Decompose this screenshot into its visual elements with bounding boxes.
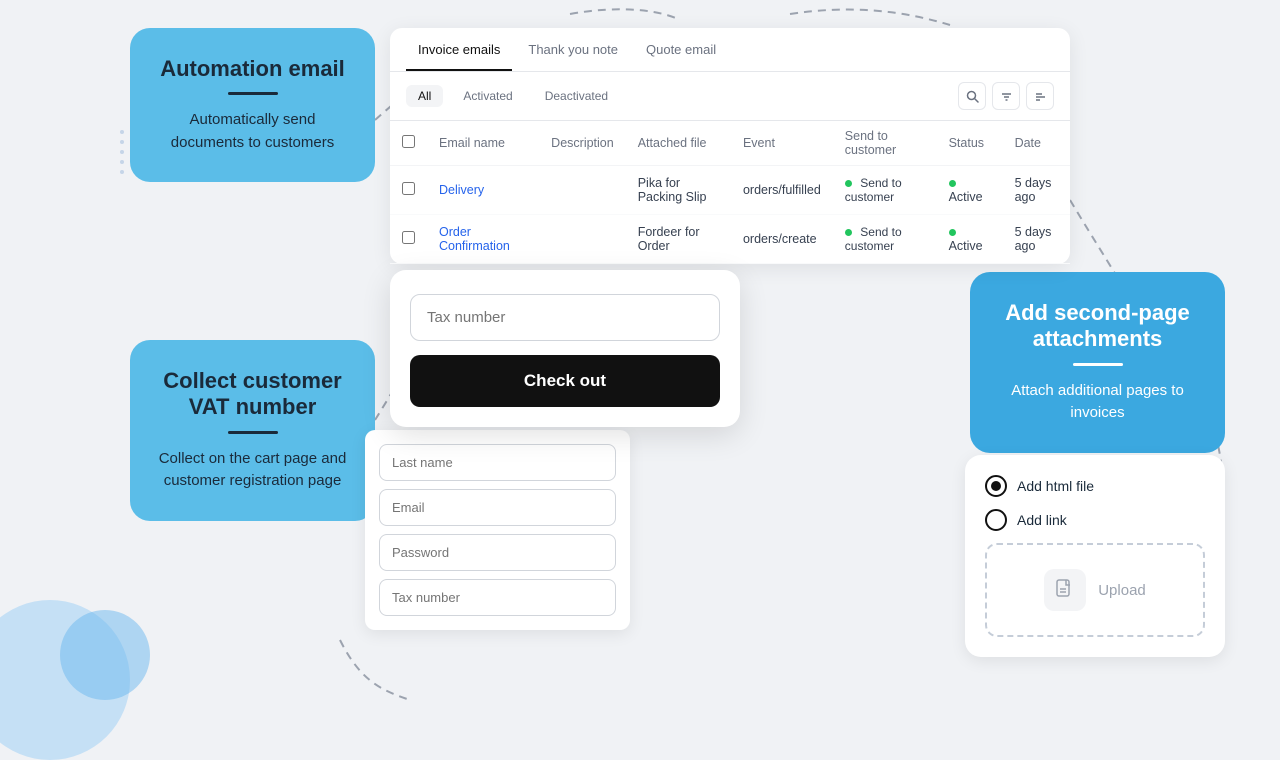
- row-event-2: orders/create: [731, 215, 833, 264]
- radio-option-link[interactable]: Add link: [985, 509, 1205, 531]
- password-input[interactable]: [379, 534, 616, 571]
- col-description: Description: [539, 121, 626, 166]
- col-status: Status: [937, 121, 1003, 166]
- attachments-panel: Add html file Add link Upload: [965, 455, 1225, 657]
- card-automation: Automation email Automatically send docu…: [130, 28, 375, 182]
- card-attachments-description: Attach additional pages to invoices: [994, 380, 1201, 425]
- row-description-1: [539, 166, 626, 215]
- row-email-name-2[interactable]: Order Confirmation: [427, 215, 539, 264]
- tax-number-reg-input[interactable]: [379, 579, 616, 616]
- filter-button[interactable]: [992, 82, 1020, 110]
- invoice-panel: Invoice emails Thank you note Quote emai…: [390, 28, 1070, 264]
- status-dot-2: [845, 229, 852, 236]
- checkout-button[interactable]: Check out: [410, 355, 720, 407]
- radio-link-icon: [985, 509, 1007, 531]
- row-date-2: 5 days ago: [1003, 215, 1070, 264]
- card-automation-description: Automatically send documents to customer…: [154, 109, 351, 154]
- radio-html-label: Add html file: [1017, 478, 1094, 494]
- row-attached-file-2: Fordeer for Order: [626, 215, 731, 264]
- card-attachments: Add second-page attachments Attach addit…: [970, 272, 1225, 453]
- row-checkbox-2[interactable]: [390, 215, 427, 264]
- radio-html-icon: [985, 475, 1007, 497]
- file-icon: [1054, 579, 1076, 601]
- card-vat-description: Collect on the cart page and customer re…: [154, 448, 351, 493]
- checkout-panel: Check out: [390, 270, 740, 427]
- row-status-1: Active: [937, 166, 1003, 215]
- upload-zone[interactable]: Upload: [985, 543, 1205, 637]
- col-checkbox: [390, 121, 427, 166]
- col-send-to-customer: Send to customer: [833, 121, 937, 166]
- bg-circle-small: [60, 610, 150, 700]
- card-vat-title: Collect customer VAT number: [154, 368, 351, 421]
- radio-option-html[interactable]: Add html file: [985, 475, 1205, 497]
- col-date: Date: [1003, 121, 1070, 166]
- sort-button[interactable]: [1026, 82, 1054, 110]
- card-automation-divider: [228, 92, 278, 95]
- row-checkbox-1[interactable]: [390, 166, 427, 215]
- tab-quote-email[interactable]: Quote email: [634, 28, 728, 71]
- table-row: Order Confirmation Fordeer for Order ord…: [390, 215, 1070, 264]
- search-button[interactable]: [958, 82, 986, 110]
- active-dot-2: [949, 229, 956, 236]
- invoice-table: Email name Description Attached file Eve…: [390, 121, 1070, 264]
- tax-number-input[interactable]: [410, 294, 720, 341]
- row-date-1: 5 days ago: [1003, 166, 1070, 215]
- tab-thank-you-note[interactable]: Thank you note: [516, 28, 630, 71]
- col-event: Event: [731, 121, 833, 166]
- card-vat: Collect customer VAT number Collect on t…: [130, 340, 375, 521]
- card-attachments-title: Add second-page attachments: [994, 300, 1201, 353]
- row-event-1: orders/fulfilled: [731, 166, 833, 215]
- card-attachments-divider: [1073, 363, 1123, 366]
- select-all-checkbox[interactable]: [402, 135, 415, 148]
- registration-panel: [365, 430, 630, 630]
- invoice-tabs-bar: Invoice emails Thank you note Quote emai…: [390, 28, 1070, 72]
- upload-icon: [1044, 569, 1086, 611]
- row-send-2: Send to customer: [833, 215, 937, 264]
- tab-invoice-emails[interactable]: Invoice emails: [406, 28, 512, 71]
- radio-link-label: Add link: [1017, 512, 1067, 528]
- last-name-input[interactable]: [379, 444, 616, 481]
- row-2-checkbox[interactable]: [402, 231, 415, 244]
- email-input[interactable]: [379, 489, 616, 526]
- filter-all[interactable]: All: [406, 85, 443, 107]
- row-1-checkbox[interactable]: [402, 182, 415, 195]
- table-row: Delivery Pika for Packing Slip orders/fu…: [390, 166, 1070, 215]
- col-attached-file: Attached file: [626, 121, 731, 166]
- active-dot-1: [949, 180, 956, 187]
- row-description-2: [539, 215, 626, 264]
- filter-icons-group: [958, 82, 1054, 110]
- row-email-name-1[interactable]: Delivery: [427, 166, 539, 215]
- filter-icon: [1000, 90, 1013, 103]
- card-vat-divider: [228, 431, 278, 434]
- sort-icon: [1034, 90, 1047, 103]
- search-icon: [966, 90, 979, 103]
- col-email-name: Email name: [427, 121, 539, 166]
- status-dot-1: [845, 180, 852, 187]
- row-status-2: Active: [937, 215, 1003, 264]
- row-attached-file-1: Pika for Packing Slip: [626, 166, 731, 215]
- filter-deactivated[interactable]: Deactivated: [533, 85, 620, 107]
- card-automation-title: Automation email: [154, 56, 351, 82]
- invoice-filter-bar: All Activated Deactivated: [390, 72, 1070, 121]
- filter-activated[interactable]: Activated: [451, 85, 524, 107]
- upload-label: Upload: [1098, 582, 1146, 599]
- row-send-1: Send to customer: [833, 166, 937, 215]
